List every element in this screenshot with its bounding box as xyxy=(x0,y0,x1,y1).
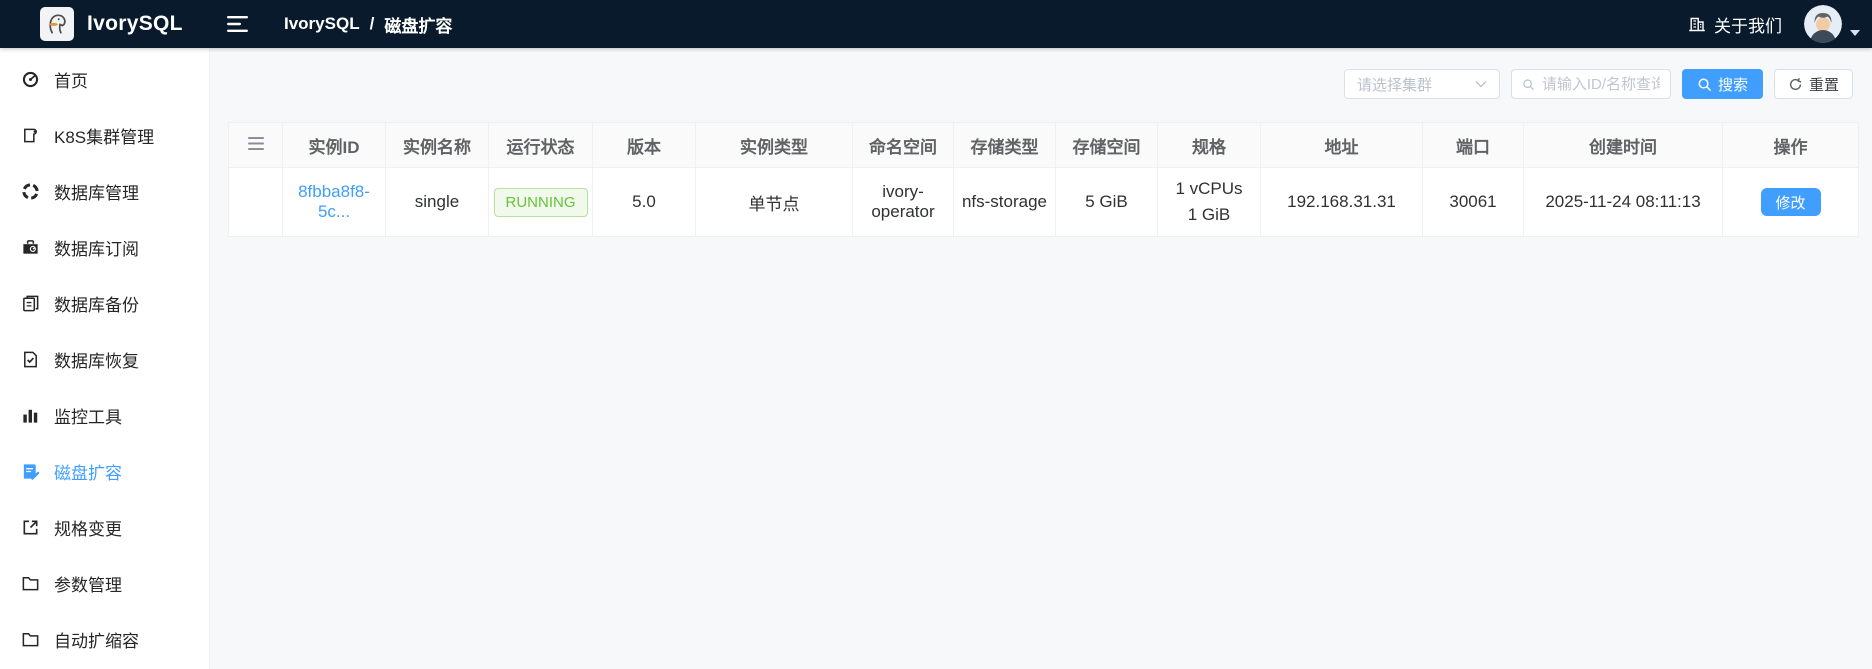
search-icon xyxy=(1523,78,1534,90)
sidebar-item-label: 磁盘扩容 xyxy=(54,463,122,483)
sidebar-item-label: 规格变更 xyxy=(54,519,122,539)
top-navbar: IvorySQL IvorySQL / 磁盘扩容 关于我们 xyxy=(0,0,1872,48)
sidebar-nav: 首页 K8S集群管理 数据库管理 数据库订阅 数据库备份 数据库恢复 监控工具 … xyxy=(0,48,210,669)
list-menu-icon xyxy=(247,137,264,150)
chevron-down-icon[interactable] xyxy=(1850,30,1860,36)
storage-type-cell: nfs-storage xyxy=(953,167,1056,237)
header-version: 版本 xyxy=(592,122,696,168)
sidebar-item-label: 数据库管理 xyxy=(54,183,139,203)
about-us-link[interactable]: 关于我们 xyxy=(1688,12,1782,37)
search-button[interactable]: 搜索 xyxy=(1681,69,1763,99)
menu-fold-icon[interactable] xyxy=(227,15,248,33)
building-icon xyxy=(1689,17,1705,32)
header-instance-id: 实例ID xyxy=(282,122,386,168)
restore-check-icon xyxy=(20,349,40,369)
folder-icon xyxy=(20,629,40,649)
reset-button-label: 重置 xyxy=(1808,76,1839,94)
sidebar-item-label: 监控工具 xyxy=(54,407,122,427)
cluster-select[interactable]: 请选择集群 xyxy=(1343,69,1500,99)
spec-change-icon xyxy=(20,517,40,537)
sidebar-item-spec-change[interactable]: 规格变更 xyxy=(0,499,209,555)
spec-memory: 1 GiB xyxy=(1187,205,1231,224)
filter-bar: 请选择集群 搜索 重置 xyxy=(1343,69,1853,99)
spec-cpu: 1 vCPUs xyxy=(1175,178,1243,198)
breadcrumb-root[interactable]: IvorySQL xyxy=(284,14,360,34)
spec-cell: 1 vCPUs 1 GiB xyxy=(1157,167,1261,237)
actions-cell: 修改 xyxy=(1722,167,1859,237)
sidebar-item-label: 参数管理 xyxy=(54,575,122,595)
row-expand-cell xyxy=(228,167,283,237)
address-cell: 192.168.31.31 xyxy=(1260,167,1423,237)
edit-button[interactable]: 修改 xyxy=(1760,188,1821,216)
sidebar-item-label: 数据库恢复 xyxy=(54,351,139,371)
header-storage-size: 存储空间 xyxy=(1055,122,1158,168)
instance-id-link[interactable]: 8fbba8f8-5c... xyxy=(298,182,370,221)
table-row: 8fbba8f8-5c... single RUNNING 5.0 单节点 iv… xyxy=(228,167,1859,237)
monitor-chart-icon xyxy=(20,405,40,425)
search-input[interactable] xyxy=(1541,75,1660,93)
table-header-row: 实例ID 实例名称 运行状态 版本 实例类型 命名空间 存储类型 存储空间 规格… xyxy=(228,122,1859,168)
subscription-icon xyxy=(20,237,40,257)
cluster-icon xyxy=(20,125,40,145)
search-button-label: 搜索 xyxy=(1717,76,1748,94)
brand-title: IvorySQL xyxy=(87,12,183,35)
column-settings-header[interactable] xyxy=(228,122,283,168)
sidebar-item-database-backup[interactable]: 数据库备份 xyxy=(0,275,209,331)
header-instance-type: 实例类型 xyxy=(695,122,853,168)
sidebar-item-database-restore[interactable]: 数据库恢复 xyxy=(0,331,209,387)
instance-type-cell: 单节点 xyxy=(695,167,853,237)
namespace-cell: ivory-operator xyxy=(852,167,954,237)
sidebar-item-database-manage[interactable]: 数据库管理 xyxy=(0,163,209,219)
reset-button[interactable]: 重置 xyxy=(1773,69,1853,99)
sidebar-item-k8s-cluster[interactable]: K8S集群管理 xyxy=(0,107,209,163)
sidebar-item-disk-expand[interactable]: 磁盘扩容 xyxy=(0,443,209,499)
dashboard-icon xyxy=(20,69,40,89)
header-namespace: 命名空间 xyxy=(852,122,954,168)
header-spec: 规格 xyxy=(1157,122,1261,168)
cluster-select-placeholder: 请选择集群 xyxy=(1356,76,1432,94)
created-at-cell: 2025-11-24 08:11:13 xyxy=(1523,167,1723,237)
chevron-down-icon xyxy=(1475,80,1487,88)
status-badge: RUNNING xyxy=(493,187,588,217)
breadcrumb-current: 磁盘扩容 xyxy=(384,16,453,36)
search-icon xyxy=(1698,78,1711,91)
sidebar-item-param-manage[interactable]: 参数管理 xyxy=(0,555,209,611)
disk-expand-icon xyxy=(20,461,40,481)
sidebar-item-home[interactable]: 首页 xyxy=(0,51,209,107)
user-avatar[interactable] xyxy=(1804,5,1842,43)
header-port: 端口 xyxy=(1422,122,1524,168)
instance-name-cell: single xyxy=(385,167,489,237)
ivorysql-logo-icon xyxy=(40,7,74,41)
sidebar-item-database-subscription[interactable]: 数据库订阅 xyxy=(0,219,209,275)
topbar-right: 关于我们 xyxy=(1688,5,1872,43)
backup-copy-icon xyxy=(20,293,40,313)
sidebar-item-label: 首页 xyxy=(54,71,88,91)
sidebar-item-label: 数据库备份 xyxy=(54,295,139,315)
breadcrumb: IvorySQL / 磁盘扩容 xyxy=(284,12,452,37)
header-created-at: 创建时间 xyxy=(1523,122,1723,168)
header-actions: 操作 xyxy=(1722,122,1859,168)
version-cell: 5.0 xyxy=(592,167,696,237)
port-cell: 30061 xyxy=(1422,167,1524,237)
database-manage-icon xyxy=(20,181,40,201)
header-instance-name: 实例名称 xyxy=(385,122,489,168)
sidebar-item-label: 自动扩缩容 xyxy=(54,631,139,651)
refresh-icon xyxy=(1789,77,1802,90)
breadcrumb-separator: / xyxy=(369,14,375,33)
about-us-label: 关于我们 xyxy=(1714,16,1782,36)
header-status: 运行状态 xyxy=(488,122,593,168)
storage-size-cell: 5 GiB xyxy=(1055,167,1158,237)
instances-table: 实例ID 实例名称 运行状态 版本 实例类型 命名空间 存储类型 存储空间 规格… xyxy=(228,122,1859,237)
sidebar-item-label: K8S集群管理 xyxy=(54,127,155,147)
main-content: 请选择集群 搜索 重置 xyxy=(210,48,1872,669)
search-field xyxy=(1510,69,1671,99)
folder-icon xyxy=(20,573,40,593)
header-storage-type: 存储类型 xyxy=(953,122,1056,168)
sidebar-item-label: 数据库订阅 xyxy=(54,239,139,259)
header-address: 地址 xyxy=(1260,122,1423,168)
brand: IvorySQL xyxy=(0,7,210,41)
sidebar-item-autoscale[interactable]: 自动扩缩容 xyxy=(0,611,209,667)
sidebar-item-monitor-tools[interactable]: 监控工具 xyxy=(0,387,209,443)
